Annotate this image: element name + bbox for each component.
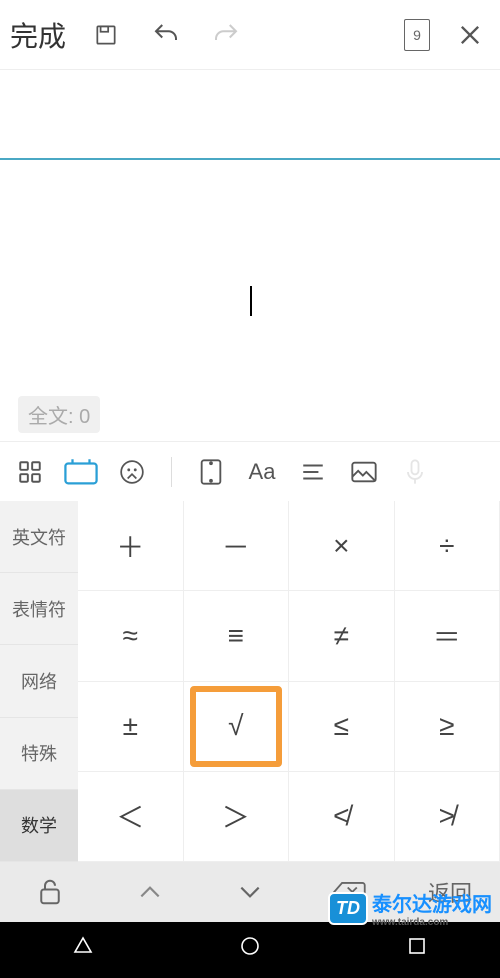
redo-icon (206, 15, 246, 55)
symbol-panel: 英文符 表情符 网络 特殊 数学 ＋ － × ÷ ≈ ≡ ≠ ＝ ± √ ≤ ≥… (0, 501, 500, 862)
category-special[interactable]: 特殊 (0, 718, 78, 790)
watermark-badge: TD (328, 892, 368, 925)
watermark: TD 泰尔达游戏网 www.tairda.com (328, 888, 492, 928)
text-cursor (250, 286, 252, 316)
symbol-minus[interactable]: － (184, 501, 290, 591)
top-bar: 完成 9 (0, 0, 500, 70)
category-network[interactable]: 网络 (0, 645, 78, 717)
nav-back-icon[interactable] (71, 934, 95, 958)
keyboard-icon[interactable] (63, 454, 99, 490)
fullscreen-icon[interactable] (193, 454, 229, 490)
category-math[interactable]: 数学 (0, 790, 78, 862)
symbol-notequal[interactable]: ≠ (289, 591, 395, 681)
symbol-identical[interactable]: ≡ (184, 591, 290, 681)
symbol-notless[interactable]: ≮ (289, 772, 395, 862)
font-icon[interactable]: Aa (244, 454, 280, 490)
symbol-grid: ＋ － × ÷ ≈ ≡ ≠ ＝ ± √ ≤ ≥ ＜ ＞ ≮ ≯ (78, 501, 500, 862)
format-toolbar: Aa (0, 441, 500, 501)
nav-home-icon[interactable] (238, 934, 262, 958)
apps-icon[interactable] (12, 454, 48, 490)
mic-icon[interactable] (397, 454, 433, 490)
symbol-notgreater[interactable]: ≯ (395, 772, 500, 862)
symbol-times[interactable]: × (289, 501, 395, 591)
symbol-plus[interactable]: ＋ (78, 501, 184, 591)
symbol-equal[interactable]: ＝ (395, 591, 500, 681)
done-button[interactable]: 完成 (10, 15, 66, 55)
symbol-leq[interactable]: ≤ (289, 682, 395, 772)
close-icon[interactable] (450, 15, 490, 55)
symbol-less[interactable]: ＜ (78, 772, 184, 862)
lock-icon[interactable] (0, 862, 100, 922)
editor-header[interactable] (0, 70, 500, 160)
emoji-icon[interactable] (114, 454, 150, 490)
editor-body[interactable]: 全文: 0 (0, 160, 500, 441)
chevron-down-icon[interactable] (200, 862, 300, 922)
symbol-plusminus[interactable]: ± (78, 682, 184, 772)
symbol-greater[interactable]: ＞ (184, 772, 290, 862)
nav-recent-icon[interactable] (405, 934, 429, 958)
word-count: 全文: 0 (18, 396, 100, 433)
category-list: 英文符 表情符 网络 特殊 数学 (0, 501, 78, 862)
save-icon[interactable] (86, 15, 126, 55)
undo-icon[interactable] (146, 15, 186, 55)
symbol-divide[interactable]: ÷ (395, 501, 500, 591)
chevron-up-icon[interactable] (100, 862, 200, 922)
editor-area: 全文: 0 (0, 70, 500, 441)
watermark-text: 泰尔达游戏网 www.tairda.com (372, 888, 492, 928)
symbol-sqrt[interactable]: √ (184, 682, 290, 772)
divider (171, 457, 172, 487)
category-emoji[interactable]: 表情符 (0, 573, 78, 645)
page-badge[interactable]: 9 (404, 19, 430, 51)
android-nav-bar (0, 922, 500, 978)
category-english[interactable]: 英文符 (0, 501, 78, 573)
symbol-geq[interactable]: ≥ (395, 682, 500, 772)
symbol-approx[interactable]: ≈ (78, 591, 184, 681)
image-icon[interactable] (346, 454, 382, 490)
align-icon[interactable] (295, 454, 331, 490)
